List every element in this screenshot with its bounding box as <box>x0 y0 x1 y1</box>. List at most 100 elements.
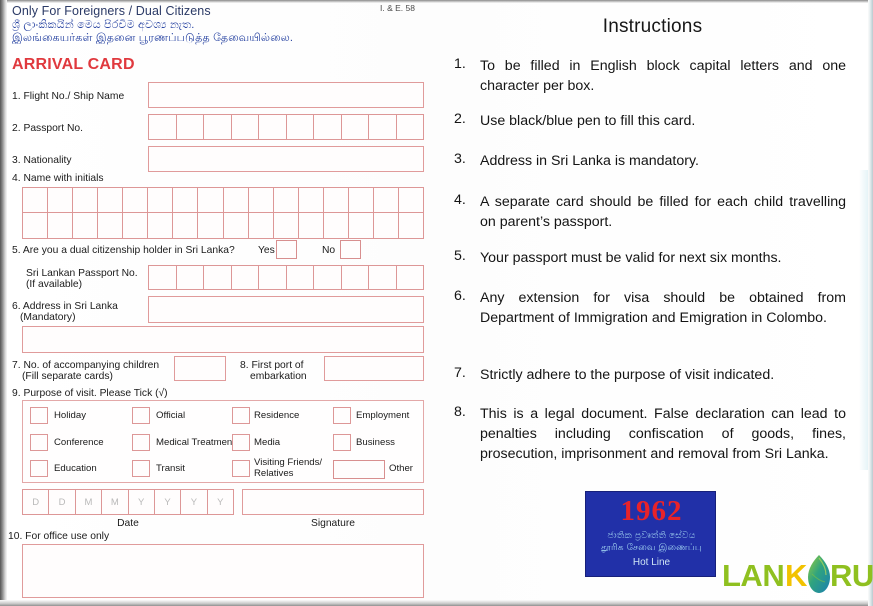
checkbox-visiting-friends[interactable] <box>232 460 250 477</box>
char-box[interactable] <box>397 115 424 139</box>
checkbox-residence[interactable] <box>232 407 250 424</box>
char-box[interactable] <box>274 188 299 212</box>
checkbox-education[interactable] <box>30 460 48 477</box>
char-box[interactable] <box>48 188 74 212</box>
char-box[interactable]: M <box>76 490 103 514</box>
char-box[interactable] <box>369 115 397 139</box>
hotline-sinhala: ජාතික ප්‍රවෘත්ති සේවය <box>607 530 696 540</box>
input-address-line2[interactable] <box>22 326 424 353</box>
name-grid-row <box>23 188 423 213</box>
label-first-port-2: embarkation <box>250 371 307 382</box>
label-nationality: 3. Nationality <box>12 155 72 166</box>
char-box[interactable] <box>173 213 199 238</box>
input-signature[interactable] <box>242 489 424 515</box>
char-box[interactable] <box>374 188 399 212</box>
char-box[interactable] <box>399 188 423 212</box>
logo-text-lan: LAN <box>722 558 785 593</box>
char-box[interactable] <box>73 188 99 212</box>
char-box[interactable] <box>314 266 342 289</box>
char-box[interactable] <box>224 213 249 238</box>
label-passport-no: 2. Passport No. <box>12 123 83 134</box>
char-box[interactable] <box>259 115 287 139</box>
char-box[interactable] <box>287 266 314 289</box>
arrival-card-page: I. & E. 58 Only For Foreigners / Dual Ci… <box>0 0 873 606</box>
checkbox-transit[interactable] <box>132 460 150 477</box>
char-box[interactable] <box>23 188 49 212</box>
char-box[interactable] <box>349 213 374 238</box>
char-box[interactable] <box>224 188 249 212</box>
char-box[interactable] <box>399 213 423 238</box>
char-box[interactable] <box>177 266 204 289</box>
char-box[interactable] <box>23 213 49 238</box>
checkbox-medical-treatment[interactable] <box>132 434 150 451</box>
char-box[interactable] <box>198 213 224 238</box>
input-name-grid[interactable] <box>22 187 424 239</box>
char-box[interactable] <box>349 188 374 212</box>
checkbox-business[interactable] <box>333 434 351 451</box>
char-box[interactable] <box>249 188 274 212</box>
char-box[interactable] <box>149 115 177 139</box>
char-box[interactable] <box>123 213 149 238</box>
char-box[interactable] <box>324 213 349 238</box>
char-box[interactable] <box>232 266 259 289</box>
char-box[interactable] <box>342 266 369 289</box>
char-box[interactable] <box>287 115 314 139</box>
checkbox-holiday[interactable] <box>30 407 48 424</box>
input-children-count[interactable] <box>174 356 226 381</box>
checkbox-media[interactable] <box>232 434 250 451</box>
char-box[interactable]: D <box>23 490 50 514</box>
char-box[interactable]: D <box>49 490 76 514</box>
input-flight-no[interactable] <box>148 82 424 108</box>
char-box[interactable] <box>98 213 124 238</box>
char-box[interactable] <box>177 115 204 139</box>
checkbox-employment[interactable] <box>333 407 351 424</box>
char-box[interactable] <box>314 115 342 139</box>
label-residence: Residence <box>254 410 300 421</box>
checkbox-dual-no[interactable] <box>340 240 361 259</box>
name-grid-row <box>23 213 423 238</box>
checkbox-dual-yes[interactable] <box>276 240 297 259</box>
char-box[interactable] <box>198 188 224 212</box>
instruction-item-6: 6. Any extension for visa should be obta… <box>454 288 846 328</box>
char-box[interactable] <box>149 266 177 289</box>
char-box[interactable] <box>173 188 199 212</box>
input-other-purpose[interactable] <box>333 460 385 479</box>
char-box[interactable] <box>397 266 424 289</box>
input-date-grid[interactable]: DDMMYYYY <box>22 489 234 515</box>
char-box[interactable] <box>274 213 299 238</box>
char-box[interactable] <box>249 213 274 238</box>
char-box[interactable]: Y <box>208 490 233 514</box>
char-box[interactable]: Y <box>155 490 182 514</box>
char-box[interactable] <box>374 213 399 238</box>
input-address-line1[interactable] <box>148 296 424 323</box>
checkbox-conference[interactable] <box>30 434 48 451</box>
char-box[interactable]: M <box>102 490 129 514</box>
char-box[interactable] <box>324 188 349 212</box>
char-box[interactable] <box>73 213 99 238</box>
char-box[interactable] <box>232 115 259 139</box>
checkbox-official[interactable] <box>132 407 150 424</box>
instruction-text: Use black/blue pen to fill this card. <box>480 113 696 129</box>
char-box[interactable] <box>48 213 74 238</box>
label-dual-citizenship: 5. Are you a dual citizenship holder in … <box>12 245 235 256</box>
char-box[interactable] <box>369 266 397 289</box>
char-box[interactable] <box>148 213 174 238</box>
input-office-use[interactable] <box>22 544 424 598</box>
label-official: Official <box>156 410 186 421</box>
input-passport-no-grid[interactable] <box>148 114 424 140</box>
char-box[interactable] <box>98 188 124 212</box>
char-box[interactable] <box>148 188 174 212</box>
char-box[interactable]: Y <box>129 490 155 514</box>
input-nationality[interactable] <box>148 146 424 172</box>
char-box[interactable] <box>299 188 324 212</box>
char-box[interactable] <box>123 188 149 212</box>
input-first-port[interactable] <box>324 356 424 381</box>
char-box[interactable] <box>204 115 232 139</box>
label-office-use: 10. For office use only <box>8 531 110 542</box>
input-sl-passport-grid[interactable] <box>148 265 424 290</box>
char-box[interactable] <box>204 266 232 289</box>
char-box[interactable] <box>299 213 324 238</box>
char-box[interactable] <box>259 266 287 289</box>
char-box[interactable]: Y <box>181 490 208 514</box>
char-box[interactable] <box>342 115 369 139</box>
